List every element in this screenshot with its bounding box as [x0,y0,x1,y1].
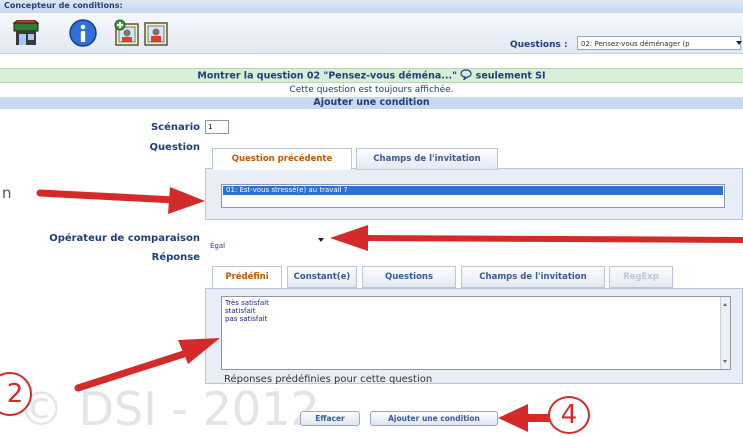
arrow-to-operator [330,225,743,251]
arrow-to-response-list [74,338,220,392]
arrow-to-question-list [36,187,205,214]
annotation-arrows [36,187,743,432]
step-4-marker: 4 [548,396,590,434]
